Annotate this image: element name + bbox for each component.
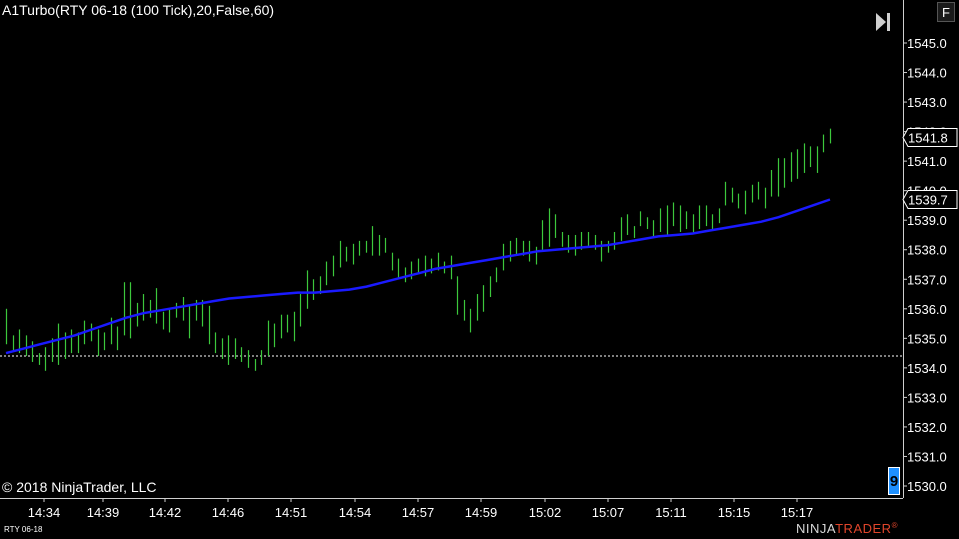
price-chart[interactable]: 1545.01544.01543.01542.01541.01540.01539… [0,0,959,539]
chart-title: A1Turbo(RTY 06-18 (100 Tick),20,False,60… [2,2,275,18]
x-tick-label: 15:07 [592,505,625,520]
y-tick-label: 1543.0 [907,95,947,110]
x-tick-label: 15:02 [529,505,562,520]
y-tick-label: 1531.0 [907,449,947,464]
x-tick-label: 15:11 [655,505,687,520]
x-tick-label: 14:51 [275,505,308,520]
y-tick-label: 1536.0 [907,302,947,317]
chart-frame [0,0,904,499]
x-tick-label: 14:57 [402,505,435,520]
bar-counter-badge: 9 [888,467,900,495]
price-bars [5,128,832,371]
x-tick-label: 14:42 [149,505,182,520]
logo-trader-text: TRADER [835,521,892,536]
ninjatrader-logo: NINJATRADER® [796,521,898,536]
current-price-label: 1541.8 [908,131,948,146]
logo-reg-mark: ® [891,521,898,530]
time-axis[interactable]: 14:34 14:39 14:42 14:46 14:51 14:54 14:57 14:59… [28,498,814,520]
y-tick-label: 1533.0 [907,390,947,405]
scroll-to-end-icon[interactable] [874,11,892,33]
copyright-text: © 2018 NinjaTrader, LLC [2,479,157,495]
y-tick-label: 1535.0 [907,331,947,346]
y-tick-label: 1544.0 [907,66,947,81]
x-tick-label: 14:46 [212,505,245,520]
f-button[interactable]: F [937,2,955,22]
y-tick-label: 1541.0 [907,154,947,169]
y-tick-label: 1539.0 [907,213,947,228]
y-tick-label: 1534.0 [907,361,947,376]
price-axis[interactable]: 1545.01544.01543.01542.01541.01540.01539… [902,36,958,494]
logo-ninja-text: NINJA [796,521,836,536]
y-tick-label: 1537.0 [907,272,947,287]
x-tick-label: 14:59 [465,505,498,520]
instrument-label: RTY 06-18 [4,525,43,534]
ma-price-label: 1539.7 [908,193,948,208]
x-tick-label: 15:15 [718,505,751,520]
y-tick-label: 1532.0 [907,420,947,435]
x-tick-label: 14:34 [28,505,61,520]
x-tick-label: 15:17 [781,505,814,520]
y-tick-label: 1530.0 [907,479,947,494]
x-tick-label: 14:39 [87,505,120,520]
y-tick-label: 1538.0 [907,243,947,258]
x-tick-label: 14:54 [339,505,372,520]
y-tick-label: 1545.0 [907,36,947,51]
